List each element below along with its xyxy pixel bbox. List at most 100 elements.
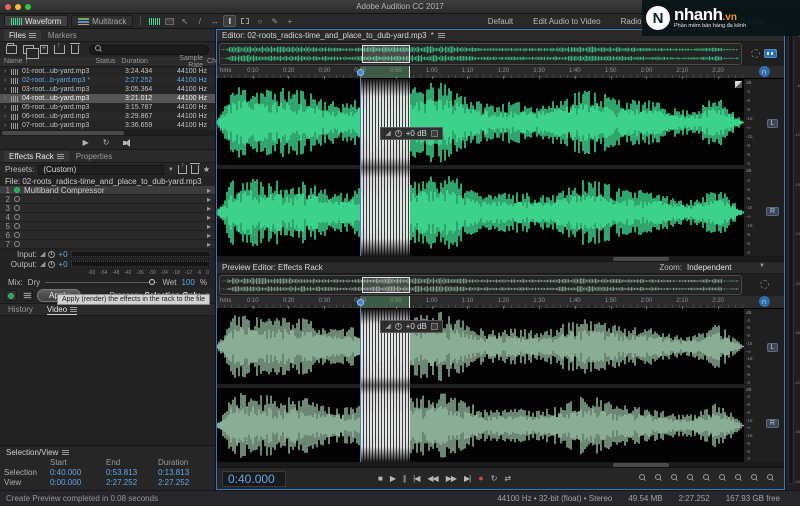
tab-effects-rack[interactable]: Effects Rack [4,151,69,162]
file-row[interactable]: ›03-root...ub-yard.mp33:05.36444100 Hz [0,85,215,94]
chevron-right-icon[interactable]: › [4,86,11,93]
wet-value[interactable]: 100 [182,278,195,287]
lasso-selection-tool-icon[interactable]: ○ [253,15,266,27]
overview-strip[interactable] [219,43,742,65]
tab-properties[interactable]: Properties [71,151,117,162]
power-icon[interactable] [14,196,20,202]
preset-select[interactable]: (Custom) [38,165,164,175]
favorite-star-icon[interactable]: ★ [203,165,210,174]
panel-menu-icon[interactable] [70,307,77,312]
file-row[interactable]: ›05-root...ub-yard.mp33:15.78744100 Hz [0,103,215,112]
play-button[interactable]: ▶ [390,475,395,483]
effect-slot[interactable]: 4▸ [0,213,215,222]
volume-hud[interactable]: ◢ +0 dB [380,127,443,140]
effect-slot[interactable]: 5▸ [0,222,215,231]
slot-arrow-icon[interactable]: ▸ [207,222,211,231]
move-tool-icon[interactable]: ↖ [178,15,191,27]
time-selection-tool-icon[interactable]: I [223,15,236,27]
gear-icon[interactable] [760,280,769,289]
preview-play-button[interactable]: ▶ [83,139,89,147]
mix-slider[interactable] [45,282,157,283]
delete-preset-icon[interactable] [191,165,199,174]
show-waveform-view-icon[interactable] [148,15,161,27]
levels-meter-panel[interactable]: 0-6-12-18-24-30-36-42-48-54 [785,29,800,490]
slot-arrow-icon[interactable]: ▸ [207,240,211,249]
power-icon[interactable] [14,214,20,220]
auto-play-speaker-icon[interactable] [123,139,132,147]
preview-right-channel-waveform[interactable] [217,388,744,463]
tab-video[interactable]: Video [47,305,77,315]
delete-file-icon[interactable] [71,45,79,54]
chevron-right-icon[interactable]: › [4,113,11,120]
panel-menu-icon[interactable] [57,154,64,159]
playhead-handle[interactable] [357,299,364,306]
slot-arrow-icon[interactable]: ▸ [207,231,211,240]
preview-volume-hud[interactable]: ◢ +0 dB [380,320,443,333]
playhead[interactable] [360,79,361,256]
zoom-reset-button[interactable] [670,474,679,483]
mix-slider-thumb[interactable] [149,279,155,285]
channel-badge-l[interactable]: L [767,343,779,352]
preview-waveform-display[interactable]: ◢ +0 dB [217,309,744,463]
preview-overview-selection[interactable] [362,277,411,293]
zoom-in-amplitude-button[interactable] [638,474,647,483]
right-channel-waveform[interactable] [217,169,744,256]
slot-arrow-icon[interactable]: ▸ [207,213,211,222]
rewind-button[interactable]: ◀◀ [427,475,437,483]
open-file-icon[interactable] [6,45,17,54]
skip-selection-button[interactable]: ⇄ [504,475,510,483]
playhead-handle[interactable] [357,69,364,76]
marquee-selection-tool-icon[interactable] [238,15,251,27]
rack-power-button[interactable] [5,290,17,301]
preview-overview-strip[interactable] [219,275,742,295]
loop-playback-button[interactable]: ↻ [491,475,497,483]
loop-preview-button[interactable]: ↻ [103,139,110,147]
effect-slot[interactable]: 6▸ [0,231,215,240]
effect-slot[interactable]: 1Multiband Compressor▸ [0,186,215,195]
overview-selection[interactable] [362,45,411,63]
channel-badge-r[interactable]: R [766,207,779,216]
power-icon[interactable] [14,187,20,193]
slip-tool-icon[interactable]: ↔ [208,15,221,27]
panel-menu-icon[interactable] [29,33,36,38]
file-row[interactable]: ›02-root...b-yard.mp3 *2:27.25244100 Hz [0,76,215,85]
pause-button[interactable]: || [403,475,405,483]
preview-playhead[interactable] [360,309,361,463]
tab-history[interactable]: History [8,305,33,314]
paintbrush-selection-tool-icon[interactable]: ✎ [268,15,281,27]
slot-arrow-icon[interactable]: ▸ [207,204,211,213]
files-search-input[interactable] [89,45,209,55]
show-spectral-display-icon[interactable] [163,15,176,27]
chevron-down-icon[interactable]: ▼ [168,167,174,173]
hud-gain-knob[interactable] [395,130,402,137]
file-row[interactable]: ›06-root...ub-yard.mp33:29.86744100 Hz [0,112,215,121]
panel-menu-icon[interactable] [62,450,69,455]
preview-left-channel-waveform[interactable] [217,309,744,384]
fast-forward-button[interactable]: ▶▶ [446,475,456,483]
zoom-in-time-button[interactable] [686,474,695,483]
zoom-to-selection-button[interactable] [718,474,727,483]
effect-slot[interactable]: 7▸ [0,240,215,249]
spot-healing-brush-tool-icon[interactable]: + [283,15,296,27]
time-display[interactable]: 0:40.000 [222,471,286,487]
chevron-right-icon[interactable]: › [4,95,11,102]
insert-into-multitrack-icon[interactable] [54,45,65,54]
new-file-icon[interactable] [40,45,48,54]
workspace-default[interactable]: Default [488,17,513,26]
slot-arrow-icon[interactable]: ▸ [207,195,211,204]
save-preset-icon[interactable] [178,165,187,174]
channel-badge-l[interactable]: L [767,119,779,128]
snapping-magnet-icon[interactable]: ∩ [759,296,770,307]
zoom-in-at-out-point-button[interactable] [750,474,759,483]
channel-badge-r[interactable]: R [766,419,779,428]
razor-tool-icon[interactable]: / [193,15,206,27]
slot-arrow-icon[interactable]: ▸ [207,186,211,195]
workspace-edit-audio-to-video[interactable]: Edit Audio to Video [533,17,600,26]
power-icon[interactable] [14,205,20,211]
chevron-right-icon[interactable]: › [4,68,11,75]
power-icon[interactable] [14,241,20,247]
timeline-ruler[interactable]: hms 0:100:200:300:400:501:001:101:201:30… [217,66,744,79]
gear-icon[interactable] [751,49,760,58]
file-row[interactable]: ›07-root...ub-yard.mp33:36.65944100 Hz [0,121,215,130]
tab-markers[interactable]: Markers [43,30,82,41]
